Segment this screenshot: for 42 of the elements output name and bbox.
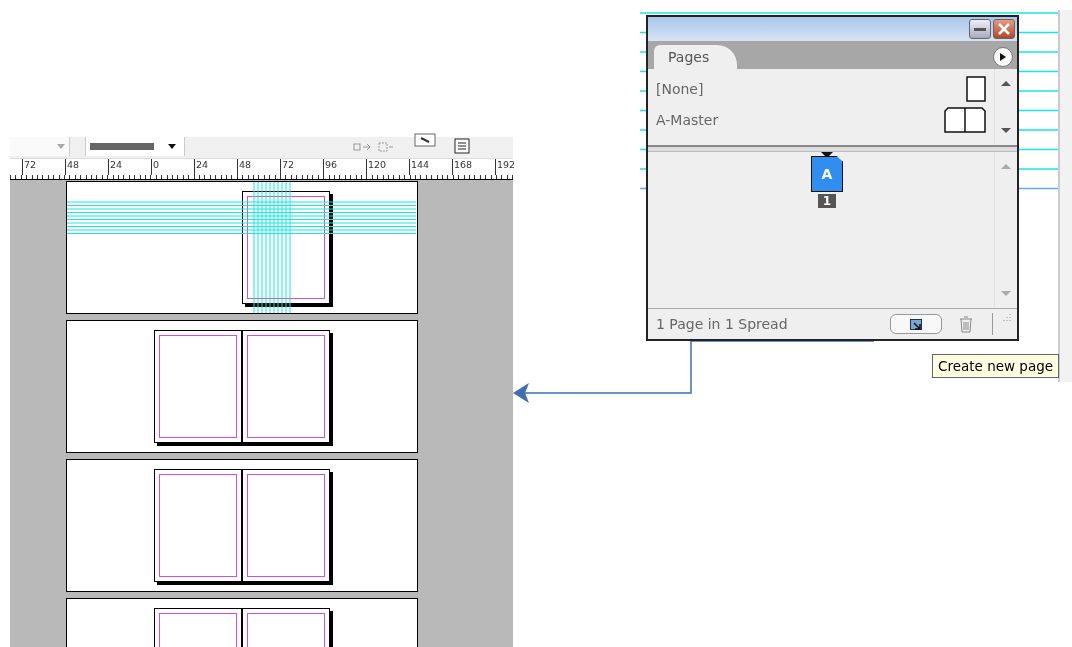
new-page-button[interactable]	[890, 314, 942, 334]
single-page-icon	[966, 75, 986, 102]
facing-pages-icon	[944, 106, 986, 133]
list-icon[interactable]	[454, 138, 470, 154]
pages-tab[interactable]: Pages	[654, 45, 738, 69]
ruler-label: 48	[65, 159, 108, 175]
master-item[interactable]: [None]	[656, 75, 986, 102]
trash-icon[interactable]	[958, 315, 974, 333]
caret-icon	[168, 144, 176, 149]
master-item[interactable]: A-Master	[656, 106, 986, 133]
new-page-icon	[910, 318, 922, 330]
swap-icon[interactable]	[353, 142, 373, 152]
master-name: [None]	[656, 80, 704, 97]
play-icon	[1000, 53, 1006, 61]
status-text: 1 Page in 1 Spread	[656, 316, 789, 332]
ruler-label: 192	[495, 159, 538, 175]
zoom-icon[interactable]	[414, 133, 436, 147]
ruler-label: 144	[409, 159, 452, 175]
panel-menu-button[interactable]	[993, 47, 1013, 67]
scroll-down-icon[interactable]	[1001, 128, 1011, 133]
scroll-up-icon[interactable]	[1001, 81, 1011, 86]
ruler-label: 96	[323, 159, 366, 175]
page-number: 1	[817, 194, 837, 208]
master-name: A-Master	[656, 111, 719, 128]
ruler-label: 0	[151, 159, 194, 175]
close-icon	[998, 23, 1010, 35]
ruler-label: 72	[280, 159, 323, 175]
ruler-label: 72	[22, 159, 65, 175]
caret-icon	[57, 144, 65, 149]
resize-grip-icon[interactable]	[992, 313, 1011, 335]
page-thumbnail[interactable]: A	[811, 156, 843, 192]
ruler-label: 120	[366, 159, 409, 175]
ruler-label: 24	[194, 159, 237, 175]
ruler-label: 168	[452, 159, 495, 175]
master-prefix: A	[821, 166, 833, 182]
minimize-button[interactable]	[969, 19, 991, 39]
ruler-label: 48	[237, 159, 280, 175]
close-button[interactable]	[993, 19, 1015, 39]
ruler-label: 24	[108, 159, 151, 175]
tooltip: Create new page	[932, 354, 1060, 378]
panel-splitter[interactable]	[648, 145, 1017, 152]
stroke-dropdown[interactable]	[85, 137, 185, 156]
